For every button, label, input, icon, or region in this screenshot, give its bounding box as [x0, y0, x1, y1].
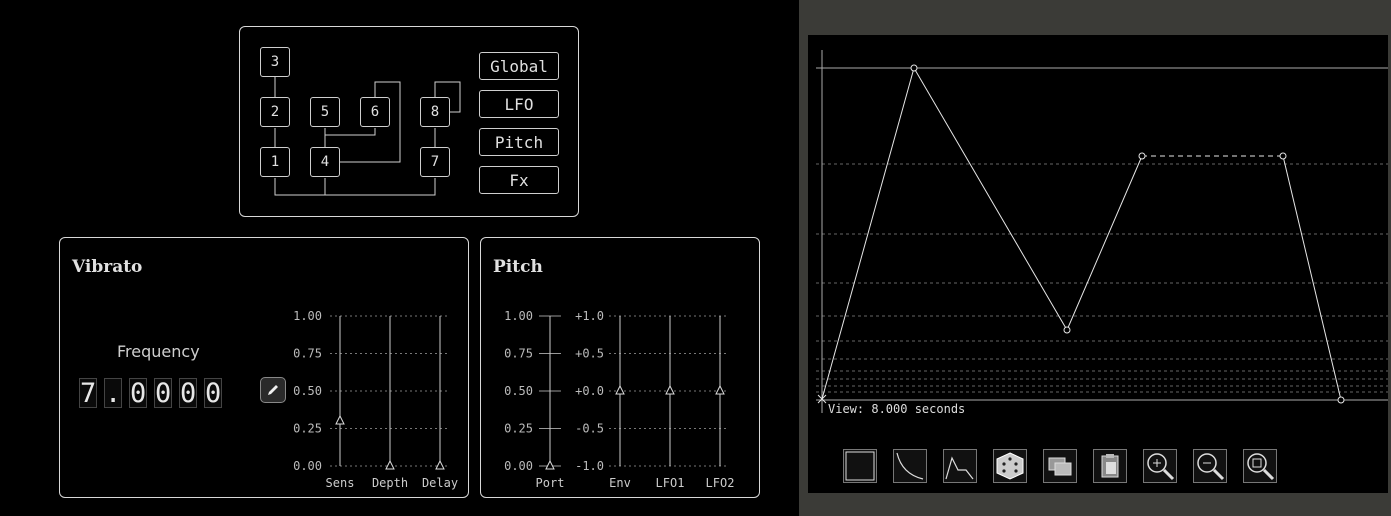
- operator-3[interactable]: 3: [260, 47, 290, 77]
- y-tick-label: 1.00: [293, 309, 322, 323]
- operator-8[interactable]: 8: [420, 97, 450, 127]
- slider-handle[interactable]: [335, 414, 345, 425]
- slider-label: LFO1: [656, 476, 685, 490]
- y-tick-label: 0.50: [293, 384, 322, 398]
- zoom-fit-icon: [1247, 453, 1275, 481]
- slider-label: Delay: [422, 476, 458, 490]
- vibrato-panel: Vibrato Frequency 7 . 0 0 0 0 1.00 0.75 0.…: [59, 237, 469, 498]
- slider-label: Depth: [372, 476, 408, 490]
- operator-2[interactable]: 2: [260, 97, 290, 127]
- copy-icon: [1048, 457, 1072, 476]
- view-duration-label: View: 8.000 seconds: [828, 402, 966, 416]
- slider-handle[interactable]: [385, 459, 395, 470]
- slider-handle[interactable]: [715, 384, 725, 395]
- y-tick-label: 0.25: [504, 422, 533, 436]
- pitch-panel: Pitch 1.00 +1.0 0.75 +0.5 0.50 +0.0 0.25 -0.5 0.…: [480, 237, 760, 498]
- y-tick-label: 1.00: [504, 309, 533, 323]
- y-tick-label-right: +0.5: [575, 347, 604, 361]
- zoom-fit-button[interactable]: [1243, 449, 1277, 483]
- y-tick-label: 0.25: [293, 422, 322, 436]
- operator-4[interactable]: 4: [310, 147, 340, 177]
- operator-5[interactable]: 5: [310, 97, 340, 127]
- decay-curve-icon: [896, 452, 924, 480]
- pitch-button[interactable]: Pitch: [479, 128, 559, 156]
- y-tick-label-right: -1.0: [575, 459, 604, 473]
- vibrato-sliders[interactable]: 1.00 0.75 0.50 0.25 0.00 Sens Depth Delay: [60, 238, 470, 499]
- randomize-button[interactable]: [993, 449, 1027, 483]
- operator-6[interactable]: 6: [360, 97, 390, 127]
- envelope-graph[interactable]: [808, 35, 1388, 415]
- y-tick-label-right: +0.0: [575, 384, 604, 398]
- peak-shape-icon: [945, 456, 974, 480]
- lfo-button[interactable]: LFO: [479, 90, 559, 118]
- zoom-out-button[interactable]: [1193, 449, 1227, 483]
- peak-shape-button[interactable]: [943, 449, 977, 483]
- fx-button[interactable]: Fx: [479, 166, 559, 194]
- operator-7[interactable]: 7: [420, 147, 450, 177]
- global-button[interactable]: Global: [479, 52, 559, 80]
- y-tick-label: 0.50: [504, 384, 533, 398]
- y-tick-label: 0.75: [293, 347, 322, 361]
- paste-button[interactable]: [1093, 449, 1127, 483]
- decay-curve-button[interactable]: [893, 449, 927, 483]
- slider-handle[interactable]: [545, 459, 555, 470]
- zoom-in-button[interactable]: [1143, 449, 1177, 483]
- zoom-in-icon: [1147, 453, 1175, 481]
- y-tick-label: 0.00: [504, 459, 533, 473]
- slider-handle[interactable]: [435, 459, 445, 470]
- slider-label: Port: [536, 476, 565, 490]
- zoom-out-icon: [1197, 453, 1225, 481]
- slider-handle[interactable]: [615, 384, 625, 395]
- paste-icon: [1101, 454, 1119, 478]
- copy-button[interactable]: [1043, 449, 1077, 483]
- square-shape-button[interactable]: [843, 449, 877, 483]
- slider-label: LFO2: [706, 476, 735, 490]
- slider-label: Sens: [326, 476, 355, 490]
- pitch-sliders[interactable]: 1.00 +1.0 0.75 +0.5 0.50 +0.0 0.25 -0.5 0.00 -1.0…: [481, 238, 761, 499]
- slider-label: Env: [609, 476, 631, 490]
- y-tick-label: 0.00: [293, 459, 322, 473]
- algorithm-panel: 3 2 1 5 4 6 8 7 Global LFO Pitch Fx: [239, 26, 579, 217]
- y-tick-label: 0.75: [504, 347, 533, 361]
- envelope-editor[interactable]: View: 8.000 seconds: [808, 35, 1388, 493]
- dice-icon: [996, 452, 1024, 480]
- y-tick-label-right: +1.0: [575, 309, 604, 323]
- square-shape-icon: [845, 451, 875, 481]
- slider-handle[interactable]: [665, 384, 675, 395]
- operator-1[interactable]: 1: [260, 147, 290, 177]
- y-tick-label-right: -0.5: [575, 422, 604, 436]
